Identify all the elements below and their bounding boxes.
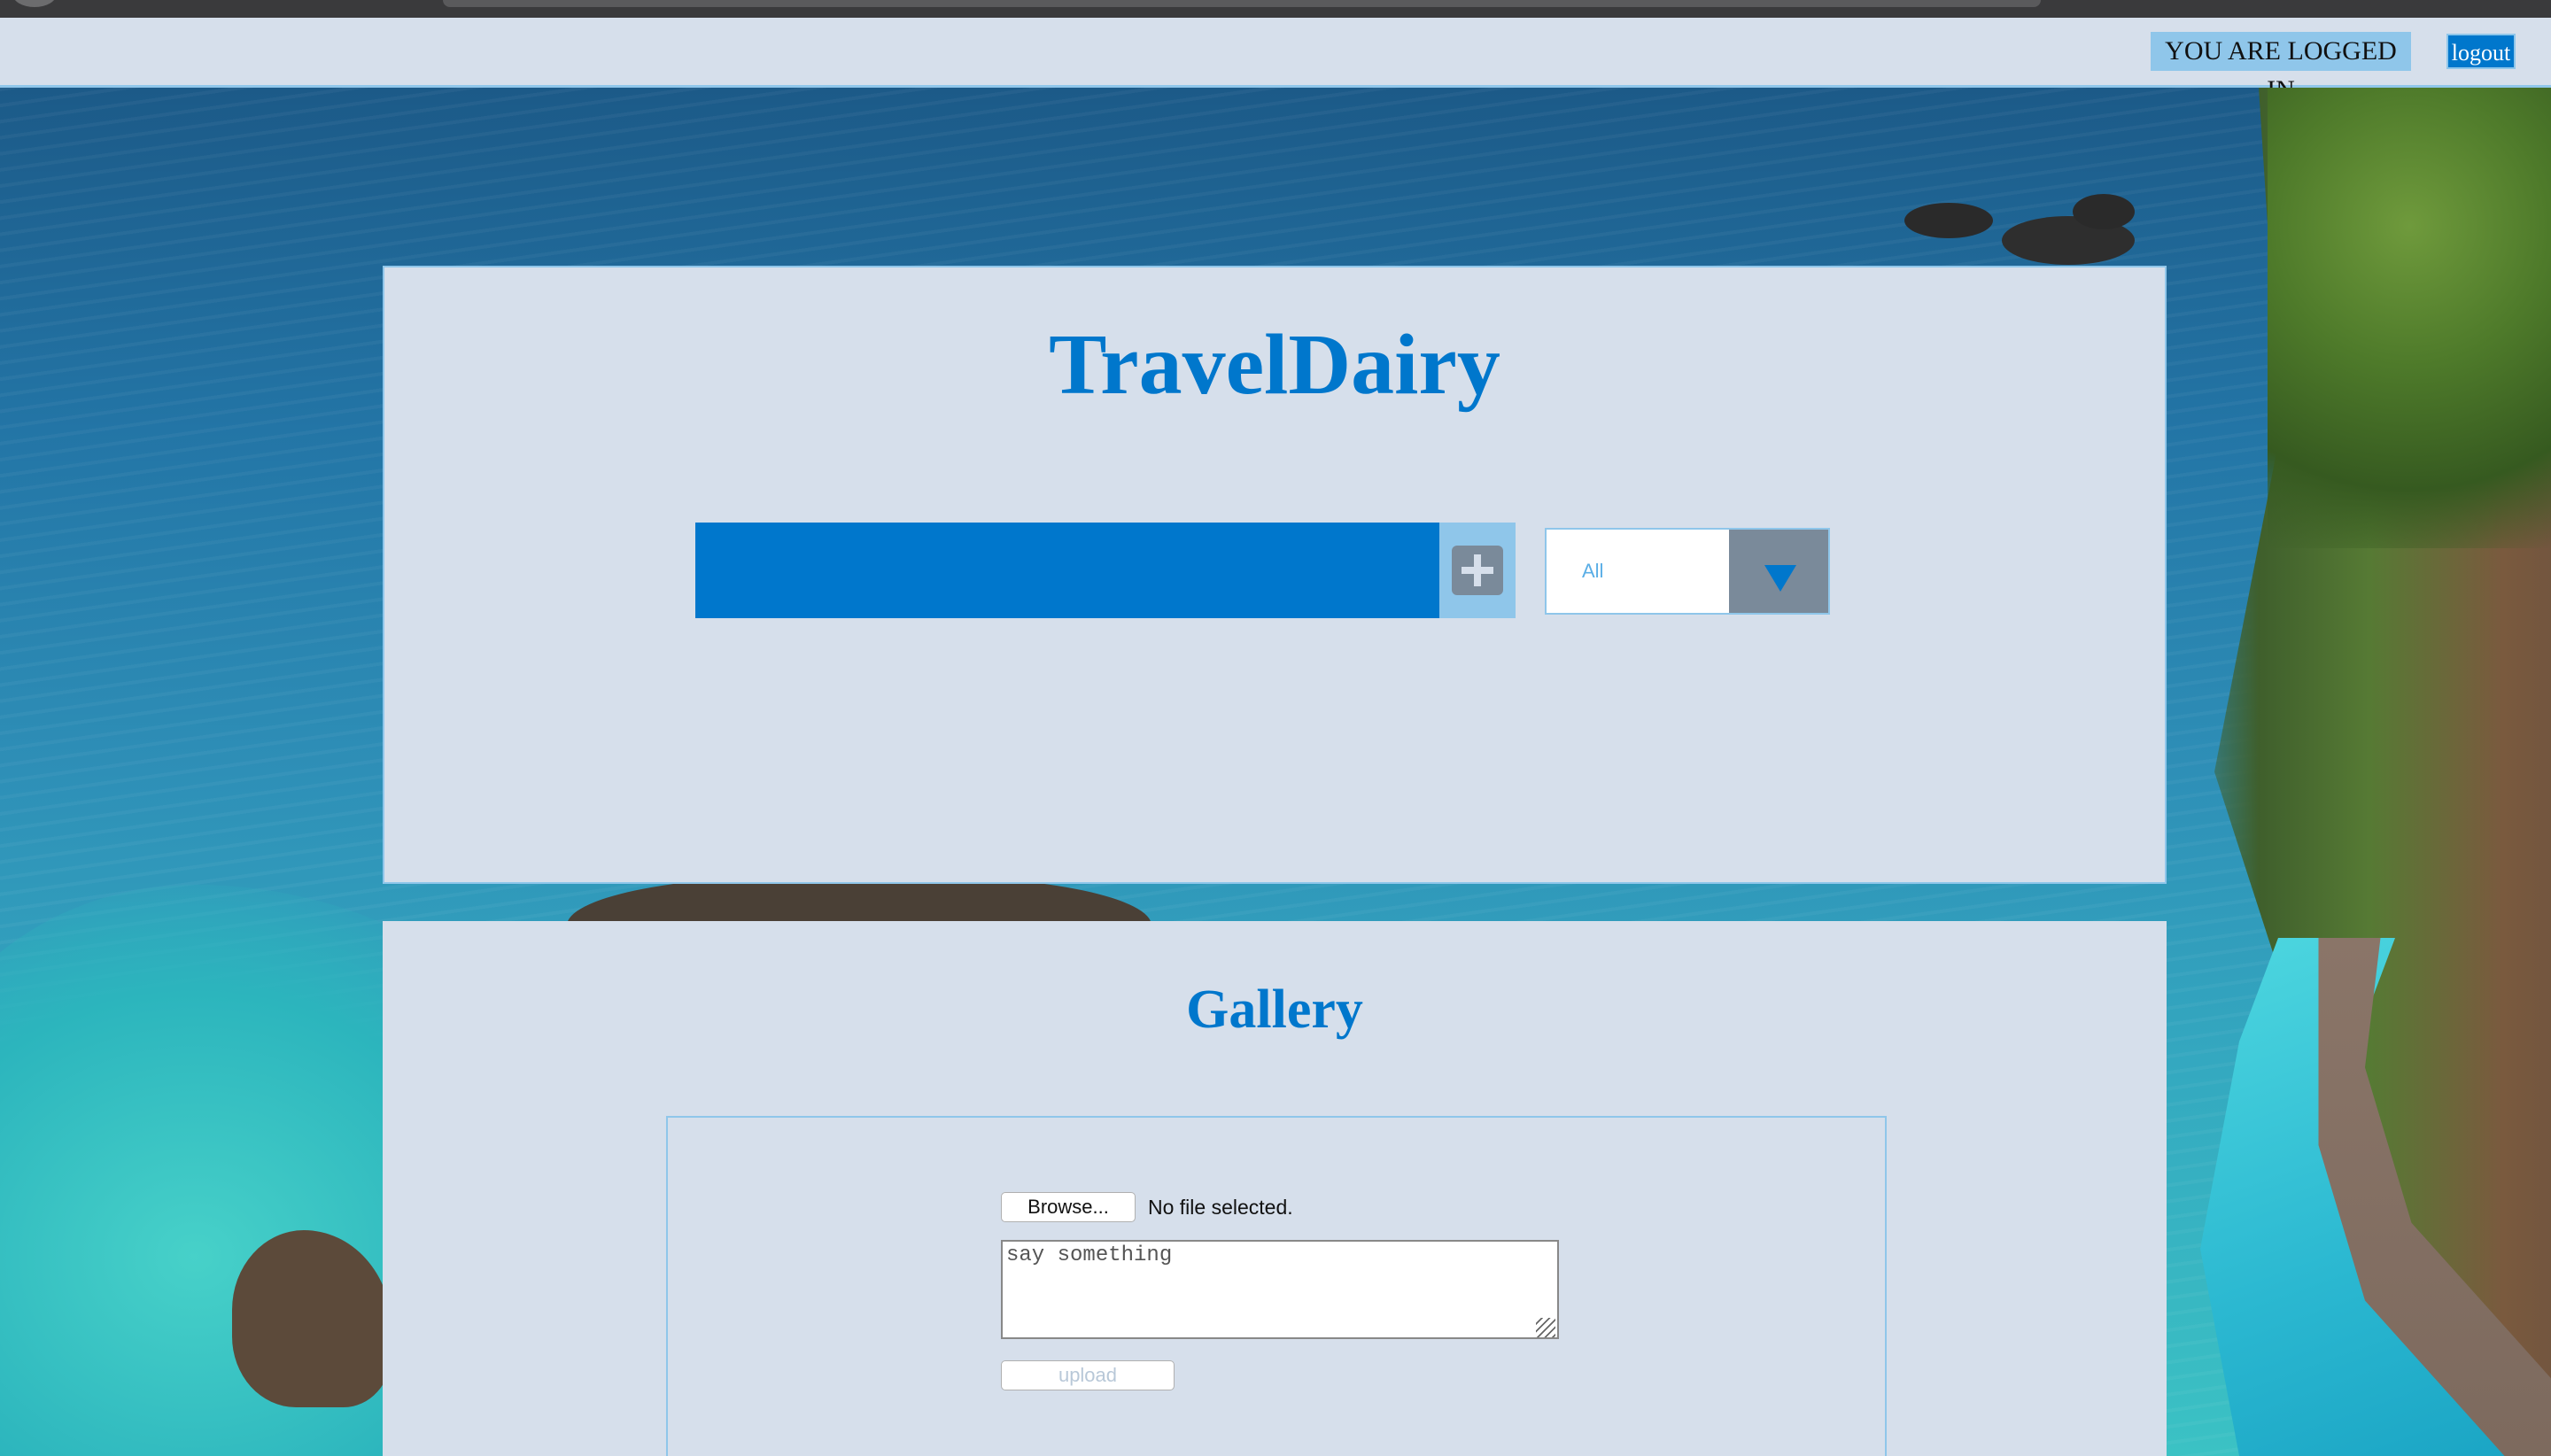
browser-button[interactable] — [12, 0, 57, 7]
browser-url-bar[interactable] — [443, 0, 2041, 7]
category-filter-value: All — [1582, 560, 1604, 582]
top-nav-bar: YOU ARE LOGGED IN logout — [0, 18, 2551, 105]
page-title: TravelDairy — [1049, 317, 1500, 413]
upload-panel: Browse... No file selected. upload — [666, 1116, 1887, 1456]
new-entry-input[interactable] — [695, 523, 1439, 618]
add-entry-button[interactable] — [1439, 523, 1516, 618]
resize-grip-icon[interactable] — [1536, 1318, 1555, 1337]
diary-entry-card: TravelDairy All — [383, 266, 2167, 884]
login-status-badge: YOU ARE LOGGED IN — [2151, 32, 2411, 105]
caption-textarea[interactable] — [1001, 1240, 1559, 1339]
category-filter-select[interactable]: All — [1545, 528, 1830, 615]
triangle-down-icon[interactable] — [1729, 530, 1828, 613]
upload-button[interactable]: upload — [1001, 1360, 1175, 1390]
gallery-card: Gallery Browse... No file selected. uplo… — [383, 921, 2167, 1456]
logout-button[interactable]: logout — [2446, 34, 2516, 69]
browse-file-button[interactable]: Browse... — [1001, 1192, 1136, 1222]
file-status-text: No file selected. — [1148, 1196, 1293, 1219]
gallery-title: Gallery — [1186, 980, 1363, 1040]
plus-icon — [1452, 546, 1503, 595]
browser-chrome — [0, 0, 2551, 18]
